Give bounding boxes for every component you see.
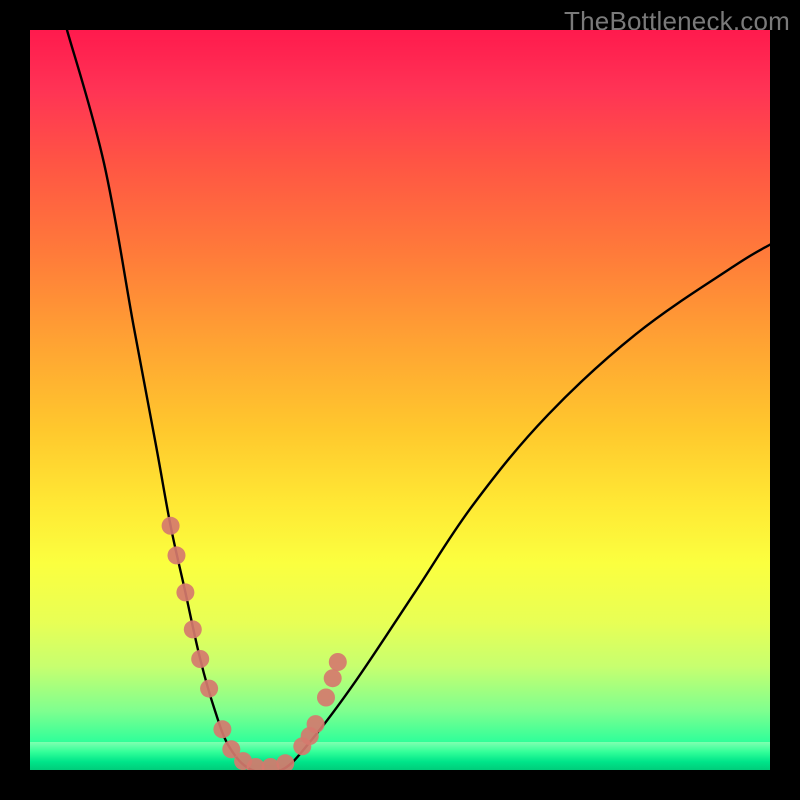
marker-dot	[307, 715, 325, 733]
outer-frame: TheBottleneck.com	[0, 0, 800, 800]
highlight-dots	[162, 517, 347, 770]
marker-dot	[317, 689, 335, 707]
marker-dot	[176, 583, 194, 601]
marker-dot	[324, 669, 342, 687]
marker-dot	[200, 680, 218, 698]
marker-dot	[168, 546, 186, 564]
chart-svg	[30, 30, 770, 770]
plot-area	[30, 30, 770, 770]
bottleneck-curve	[67, 30, 770, 770]
marker-dot	[329, 653, 347, 671]
marker-dot	[191, 650, 209, 668]
marker-dot	[184, 620, 202, 638]
marker-dot	[213, 720, 231, 738]
marker-dot	[162, 517, 180, 535]
marker-dot	[276, 754, 294, 770]
